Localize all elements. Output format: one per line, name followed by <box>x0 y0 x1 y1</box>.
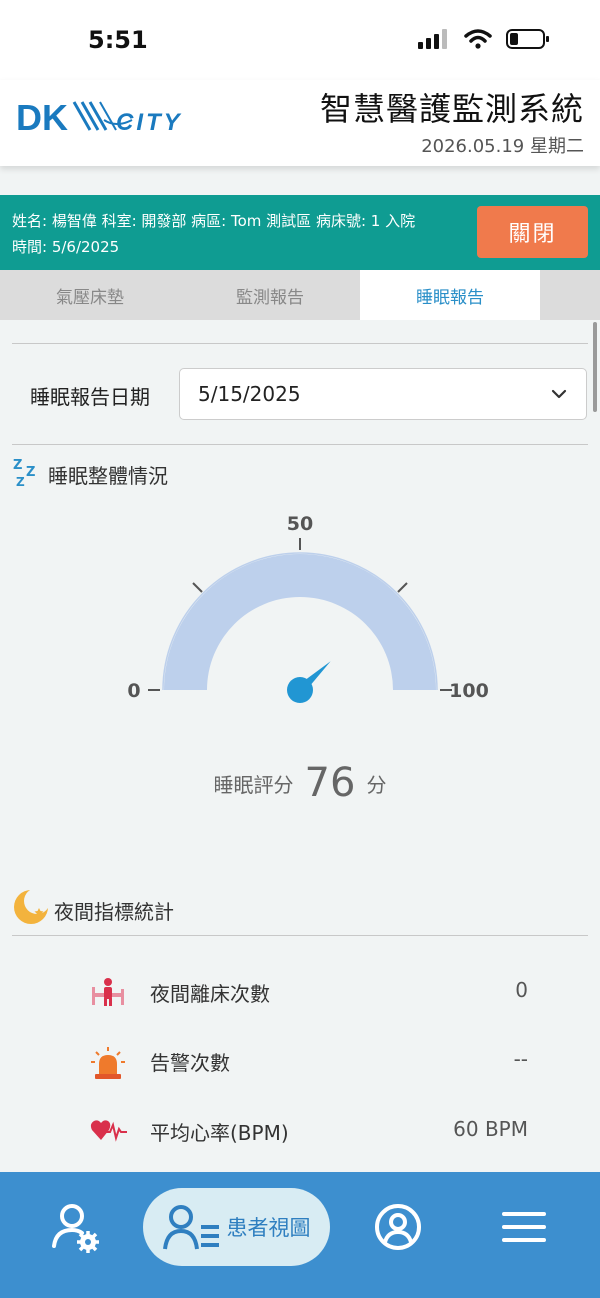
battery-icon <box>506 29 549 49</box>
bottom-nav: 患者視圖 <box>0 1172 600 1298</box>
gauge-needle <box>287 661 331 703</box>
divider <box>12 444 588 445</box>
gauge-tick-25 <box>192 582 203 593</box>
heart-rate-icon <box>90 1120 127 1142</box>
tab-bar-filler <box>540 270 570 320</box>
alarm-siren-icon <box>91 1047 125 1079</box>
svg-text:Z: Z <box>26 465 35 480</box>
svg-text:DK: DK <box>16 97 68 138</box>
chevron-down-icon <box>551 389 567 399</box>
nav-patient-view[interactable]: 患者視圖 <box>143 1188 330 1266</box>
wifi-icon <box>464 29 492 49</box>
app-header: DK CITY 智慧醫護監測系統 2026.05.19 星期二 <box>0 80 600 166</box>
system-title: 智慧醫護監測系統 <box>319 90 584 128</box>
gauge-max-label: 100 <box>449 680 489 702</box>
svg-text:Z: Z <box>13 458 22 473</box>
metric-label: 夜間離床次數 <box>150 982 270 1006</box>
close-button[interactable]: 關閉 <box>477 206 588 258</box>
report-date-label: 睡眠報告日期 <box>30 385 150 409</box>
patient-info-line-1: 姓名: 楊智偉 科室: 開發部 病區: Tom 測試區 病床號: 1 入院 <box>12 212 416 230</box>
tab-monitoring-report[interactable]: 監測報告 <box>180 270 360 320</box>
metric-row-heart-rate: 平均心率(BPM) 60 BPM <box>0 1111 600 1151</box>
nav-menu[interactable] <box>488 1172 560 1282</box>
nav-profile[interactable] <box>362 1172 434 1282</box>
scrollbar-thumb[interactable] <box>593 322 597 412</box>
divider <box>12 343 588 344</box>
nav-user-settings[interactable] <box>40 1172 110 1282</box>
night-stats-title: 夜間指標統計 <box>54 900 174 924</box>
header-date: 2026.05.19 星期二 <box>421 136 584 157</box>
metric-row-alarm: 告警次數 -- <box>0 1041 600 1081</box>
patient-info-line-2: 時間: 5/6/2025 <box>12 238 120 256</box>
gauge-mid-label: 50 <box>287 513 313 535</box>
nav-patient-view-label: 患者視圖 <box>226 1216 311 1240</box>
metric-label: 平均心率(BPM) <box>150 1121 289 1145</box>
cellular-signal-icon <box>418 29 447 49</box>
sleep-zzz-icon: Z Z Z <box>13 458 35 488</box>
gauge-min-label: 0 <box>127 680 140 702</box>
report-date-value: 5/15/2025 <box>198 382 301 406</box>
status-time: 5:51 <box>88 26 148 54</box>
menu-icon <box>502 1212 546 1242</box>
metric-row-bed-exit: 夜間離床次數 0 <box>0 972 600 1012</box>
status-bar: 5:51 <box>0 0 600 80</box>
moon-icon <box>14 888 50 924</box>
report-date-select[interactable]: 5/15/2025 <box>179 368 587 420</box>
user-settings-icon <box>52 1204 99 1253</box>
metric-label: 告警次數 <box>150 1051 230 1075</box>
tab-air-mattress[interactable]: 氣壓床墊 <box>0 270 180 320</box>
divider <box>12 935 588 936</box>
dkcity-logo: DK CITY <box>16 97 180 138</box>
sleep-score-label: 睡眠評分 <box>213 773 294 797</box>
sleep-score-unit: 分 <box>366 773 387 797</box>
sleep-score: 睡眠評分 76 分 <box>0 760 600 806</box>
metric-value: 0 <box>515 978 528 1002</box>
bed-exit-icon <box>92 978 124 1006</box>
metric-value: 60 BPM <box>453 1117 528 1141</box>
metric-value: -- <box>513 1047 528 1071</box>
gauge-tick-75 <box>397 582 408 593</box>
svg-text:Z: Z <box>16 475 25 488</box>
tab-bar: 氣壓床墊 監測報告 睡眠報告 <box>0 270 600 320</box>
patient-view-icon <box>162 1205 219 1250</box>
sleep-overall-title: 睡眠整體情況 <box>48 464 168 488</box>
sleep-score-gauge: 0 50 100 <box>127 513 489 703</box>
patient-info-banner: 姓名: 楊智偉 科室: 開發部 病區: Tom 測試區 病床號: 1 入院 時間… <box>0 195 600 270</box>
profile-icon <box>375 1204 421 1250</box>
tab-sleep-report[interactable]: 睡眠報告 <box>360 270 540 320</box>
sleep-score-value: 76 <box>304 760 356 806</box>
status-icons <box>418 28 550 50</box>
